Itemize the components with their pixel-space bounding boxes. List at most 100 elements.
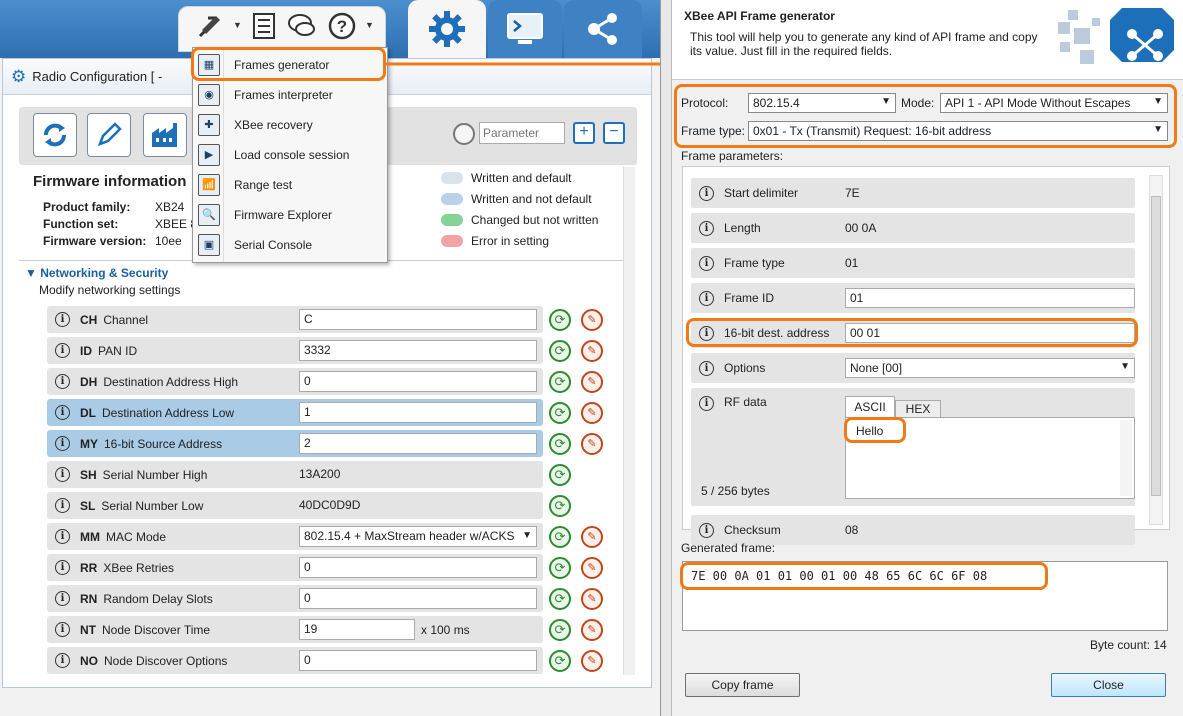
checklist-icon[interactable] (248, 10, 280, 42)
info-icon[interactable]: i (699, 396, 714, 411)
copy-frame-button[interactable]: Copy frame (685, 673, 800, 697)
setting-name: XBee Retries (103, 560, 175, 575)
help-icon[interactable]: ? (326, 10, 358, 42)
menu-item[interactable]: ▣ Serial Console (193, 230, 387, 260)
config-scrollbar[interactable] (623, 167, 635, 675)
tools-icon[interactable] (194, 10, 226, 42)
info-icon[interactable]: i (55, 436, 70, 451)
default-button[interactable] (143, 113, 187, 157)
setting-code: RN (80, 591, 98, 606)
expand-all-icon[interactable]: + (573, 122, 595, 144)
param-value: None [00] (850, 361, 903, 375)
setting-input[interactable]: 1 (299, 402, 537, 423)
write-setting-icon[interactable]: ✎ (581, 588, 603, 610)
tools-caret-icon[interactable]: ▼ (233, 20, 242, 30)
menu-item[interactable]: ◉ Frames interpreter (193, 80, 387, 110)
info-icon[interactable]: i (55, 622, 70, 637)
setting-input[interactable]: 19 (299, 619, 415, 640)
read-setting-icon[interactable]: ⟳ (549, 371, 571, 393)
setting-input[interactable]: 2 (299, 433, 537, 454)
read-button[interactable] (33, 113, 77, 157)
info-icon[interactable]: i (55, 374, 70, 389)
write-button[interactable] (87, 113, 131, 157)
write-setting-icon[interactable]: ✎ (581, 309, 603, 331)
close-button[interactable]: Close (1051, 673, 1166, 697)
legend-label: Error in setting (471, 234, 550, 248)
menu-item[interactable]: 🔍 Firmware Explorer (193, 200, 387, 230)
write-setting-icon[interactable]: ✎ (581, 526, 603, 548)
setting-input[interactable]: C (299, 309, 537, 330)
collapse-triangle-icon[interactable]: ▼ (25, 266, 40, 280)
info-icon[interactable]: i (699, 360, 714, 376)
info-icon[interactable]: i (699, 220, 714, 236)
options-select[interactable]: None [00] ▼ (845, 358, 1135, 378)
info-icon[interactable]: i (55, 498, 70, 513)
legend-item: Written and default (441, 171, 572, 185)
info-icon[interactable]: i (699, 255, 714, 271)
info-icon[interactable]: i (699, 522, 714, 538)
setting-input[interactable]: 0 (299, 557, 537, 578)
read-setting-icon[interactable]: ⟳ (549, 402, 571, 424)
xbee-recovery-icon: ✚ (198, 114, 220, 136)
read-setting-icon[interactable]: ⟳ (549, 619, 571, 641)
tab-consoles[interactable] (488, 0, 562, 58)
collapse-all-icon[interactable]: − (603, 122, 625, 144)
write-setting-icon[interactable]: ✎ (581, 619, 603, 641)
info-icon[interactable]: i (55, 591, 70, 606)
frame-param-row: i Frame ID 01 (691, 283, 1135, 313)
read-setting-icon[interactable]: ⟳ (549, 526, 571, 548)
chat-icon[interactable] (286, 10, 318, 42)
menu-item[interactable]: ▶ Load console session (193, 140, 387, 170)
tab-network[interactable] (564, 0, 642, 58)
read-setting-icon[interactable]: ⟳ (549, 464, 571, 486)
write-setting-icon[interactable]: ✎ (581, 650, 603, 672)
help-caret-icon[interactable]: ▼ (365, 20, 374, 30)
setting-code: CH (80, 312, 98, 327)
tab-ascii[interactable]: ASCII (845, 396, 895, 418)
setting-suffix: x 100 ms (421, 623, 470, 637)
tab-hex[interactable]: HEX (895, 400, 941, 418)
params-scrollbar[interactable] (1149, 175, 1163, 525)
parameter-search-input[interactable]: Parameter (479, 122, 565, 144)
section-title[interactable]: ▼ Networking & Security (25, 266, 168, 280)
param-input[interactable]: 01 (845, 288, 1135, 308)
menu-item[interactable]: ✚ XBee recovery (193, 110, 387, 140)
write-setting-icon[interactable]: ✎ (581, 340, 603, 362)
legend-swatch (441, 214, 463, 226)
read-setting-icon[interactable]: ⟳ (549, 650, 571, 672)
info-icon[interactable]: i (55, 653, 70, 668)
read-setting-icon[interactable]: ⟳ (549, 309, 571, 331)
read-setting-icon[interactable]: ⟳ (549, 557, 571, 579)
setting-name: Random Delay Slots (103, 591, 213, 606)
info-icon[interactable]: i (55, 312, 70, 327)
write-setting-icon[interactable]: ✎ (581, 371, 603, 393)
read-setting-icon[interactable]: ⟳ (549, 495, 571, 517)
generated-label: Generated frame: (681, 541, 776, 555)
setting-input[interactable]: 3332 (299, 340, 537, 361)
menu-item[interactable]: 📶 Range test (193, 170, 387, 200)
rf-scrollbar[interactable] (1120, 420, 1132, 496)
info-icon[interactable]: i (55, 343, 70, 358)
setting-input[interactable]: 0 (299, 588, 537, 609)
info-icon[interactable]: i (55, 560, 70, 575)
setting-row: i RR XBee Retries 0 (47, 554, 543, 581)
scroll-thumb[interactable] (1151, 196, 1161, 496)
info-icon[interactable]: i (699, 290, 714, 306)
setting-input[interactable]: 802.15.4 + MaxStream header w/ACKS ▼ (299, 526, 537, 547)
tab-configuration[interactable] (408, 0, 486, 58)
info-icon[interactable]: i (55, 405, 70, 420)
write-setting-icon[interactable]: ✎ (581, 557, 603, 579)
read-setting-icon[interactable]: ⟳ (549, 588, 571, 610)
read-setting-icon[interactable]: ⟳ (549, 433, 571, 455)
info-icon[interactable]: i (699, 185, 714, 201)
write-setting-icon[interactable]: ✎ (581, 402, 603, 424)
setting-input[interactable]: 0 (299, 650, 537, 671)
setting-input[interactable]: 0 (299, 371, 537, 392)
param-value: 00 0A (845, 221, 877, 235)
setting-code: MM (80, 529, 100, 544)
info-icon[interactable]: i (55, 467, 70, 482)
info-icon[interactable]: i (55, 529, 70, 544)
read-setting-icon[interactable]: ⟳ (549, 340, 571, 362)
write-setting-icon[interactable]: ✎ (581, 433, 603, 455)
legend-swatch (441, 172, 463, 184)
